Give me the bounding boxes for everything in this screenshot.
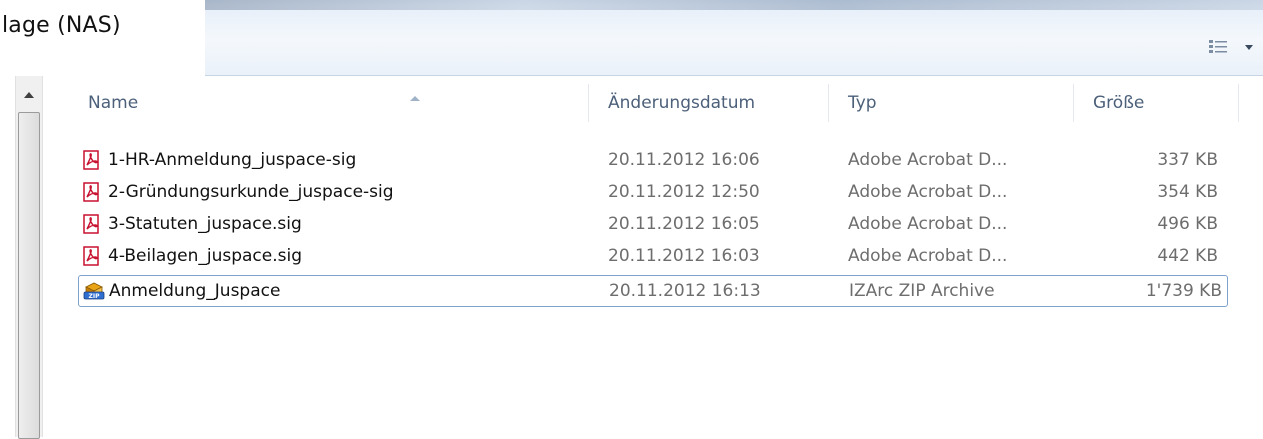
column-header-date[interactable]: Änderungsdatum	[608, 84, 829, 122]
zip-archive-icon: ZIP	[83, 281, 105, 301]
file-list: Name Änderungsdatum Typ Größe 1-HR-Anmel…	[48, 76, 1263, 437]
file-type: Adobe Acrobat D...	[848, 214, 1008, 234]
toolbar	[205, 0, 1263, 76]
pdf-icon	[82, 214, 102, 234]
file-date: 20.11.2012 16:03	[608, 246, 760, 266]
file-type: Adobe Acrobat D...	[848, 182, 1008, 202]
file-row-selected[interactable]: ZIP Anmeldung_Juspace 20.11.2012 16:13 I…	[78, 275, 1228, 307]
file-row[interactable]: 3-Statuten_juspace.sig 20.11.2012 16:05 …	[78, 209, 1228, 239]
file-size: 1'739 KB	[1145, 281, 1222, 301]
file-row[interactable]: 2-Gründungsurkunde_juspace-sig 20.11.201…	[78, 177, 1228, 207]
column-header-name[interactable]: Name	[88, 84, 589, 122]
chevron-down-icon[interactable]	[1241, 36, 1257, 58]
file-row[interactable]: 4-Beilagen_juspace.sig 20.11.2012 16:03 …	[78, 241, 1228, 271]
file-size: 442 KB	[1157, 246, 1218, 266]
details-view-icon[interactable]	[1205, 36, 1231, 58]
file-type: Adobe Acrobat D...	[848, 246, 1008, 266]
pdf-icon	[82, 182, 102, 202]
column-header-size-label: Größe	[1093, 93, 1145, 113]
file-size: 337 KB	[1157, 150, 1218, 170]
column-header-type-label: Typ	[848, 93, 877, 113]
column-header-name-label: Name	[88, 93, 139, 113]
file-size: 354 KB	[1157, 182, 1218, 202]
file-name: Anmeldung_Juspace	[109, 281, 281, 301]
pdf-icon	[82, 246, 102, 266]
toolbar-top-edge	[205, 0, 1263, 10]
file-date: 20.11.2012 16:13	[609, 281, 761, 301]
file-date: 20.11.2012 12:50	[608, 182, 760, 202]
column-header-date-label: Änderungsdatum	[608, 93, 756, 113]
file-type: IZArc ZIP Archive	[849, 281, 995, 301]
file-row[interactable]: 1-HR-Anmeldung_juspace-sig 20.11.2012 16…	[78, 145, 1228, 175]
file-name: 1-HR-Anmeldung_juspace-sig	[108, 150, 357, 170]
window-title: lage (NAS)	[0, 0, 205, 76]
scrollbar-thumb[interactable]	[18, 112, 40, 439]
navigation-scrollbar[interactable]	[15, 76, 43, 439]
file-name: 3-Statuten_juspace.sig	[108, 214, 302, 234]
pdf-icon	[82, 150, 102, 170]
column-header-size[interactable]: Größe	[1093, 84, 1239, 122]
window-title-text: lage (NAS)	[2, 13, 121, 38]
file-date: 20.11.2012 16:05	[608, 214, 760, 234]
column-header-type[interactable]: Typ	[848, 84, 1074, 122]
scroll-up-arrow-icon[interactable]	[16, 82, 42, 108]
column-header-row: Name Änderungsdatum Typ Größe	[78, 84, 1263, 122]
file-date: 20.11.2012 16:06	[608, 150, 760, 170]
file-name: 4-Beilagen_juspace.sig	[108, 246, 302, 266]
sort-ascending-icon	[408, 87, 422, 101]
file-type: Adobe Acrobat D...	[848, 150, 1008, 170]
file-size: 496 KB	[1157, 214, 1218, 234]
svg-text:ZIP: ZIP	[89, 293, 101, 300]
file-name: 2-Gründungsurkunde_juspace-sig	[108, 182, 394, 202]
